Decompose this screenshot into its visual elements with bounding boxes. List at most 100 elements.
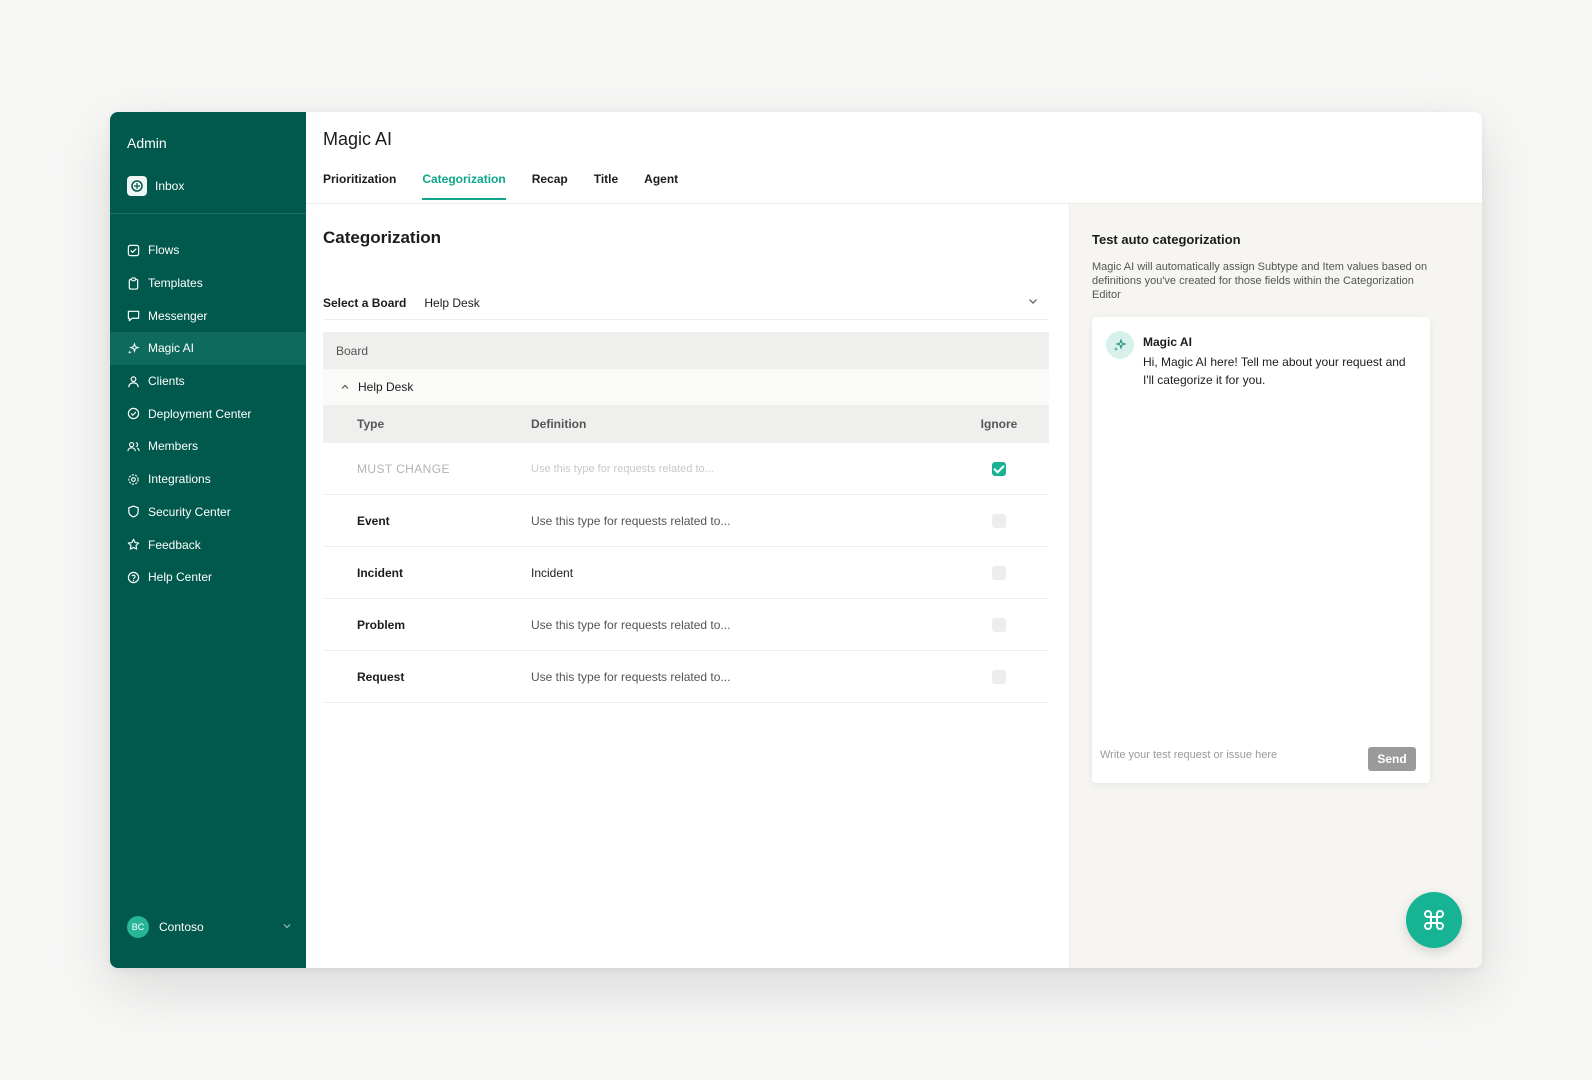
- command-icon: [1424, 910, 1444, 930]
- column-header-definition: Definition: [531, 417, 587, 431]
- board-select[interactable]: Select a Board Help Desk: [323, 286, 1049, 320]
- table-row: Request Use this type for requests relat…: [323, 651, 1049, 703]
- org-switcher[interactable]: BC Contoso: [127, 916, 292, 938]
- table-header: Type Definition Ignore: [323, 405, 1049, 443]
- send-button[interactable]: Send: [1368, 747, 1416, 771]
- tab-categorization[interactable]: Categorization: [422, 172, 506, 200]
- checklist-icon: [127, 244, 140, 257]
- test-panel-description: Magic AI will automatically assign Subty…: [1092, 261, 1428, 301]
- sidebar-item-label: Flows: [148, 243, 180, 258]
- page-header: Magic AI Prioritization Categorization R…: [306, 112, 1482, 204]
- ignore-checkbox[interactable]: [992, 461, 1006, 476]
- categorization-section: Categorization Select a Board Help Desk …: [306, 204, 1069, 968]
- chevron-down-icon: [1027, 295, 1039, 310]
- test-request-input[interactable]: [1100, 749, 1340, 761]
- sidebar-item-messenger[interactable]: Messenger: [110, 299, 306, 332]
- sidebar-item-magic-ai[interactable]: Magic AI: [110, 332, 306, 365]
- row-type: Event: [357, 513, 390, 528]
- org-avatar: BC: [127, 916, 149, 938]
- sparkles-icon: [1114, 338, 1127, 351]
- board-group-label: Help Desk: [358, 380, 414, 394]
- table-row: Incident Incident: [323, 547, 1049, 599]
- sidebar-item-label: Security Center: [148, 504, 231, 519]
- shield-icon: [128, 505, 139, 518]
- sidebar-title: Admin: [127, 135, 167, 151]
- tab-agent[interactable]: Agent: [644, 172, 678, 200]
- column-header-type: Type: [357, 417, 385, 431]
- board-header: Board: [323, 332, 1049, 369]
- sidebar-item-label: Templates: [148, 276, 203, 291]
- app-window: Admin Inbox Flows Templates Messenger Ma…: [110, 112, 1482, 968]
- magic-ai-avatar: [1106, 331, 1134, 359]
- sidebar-item-label: Members: [148, 439, 199, 454]
- sidebar-item-integrations[interactable]: Integrations: [110, 463, 306, 496]
- people-icon: [127, 442, 140, 452]
- table-row: Event Use this type for requests related…: [323, 495, 1049, 547]
- chevron-down-icon: [282, 920, 292, 934]
- chat-bubble-icon: [127, 310, 140, 322]
- chat-card: Magic AI Hi, Magic AI here! Tell me abou…: [1092, 317, 1430, 783]
- gear-icon: [128, 473, 139, 485]
- section-title: Categorization: [323, 228, 442, 247]
- inbox-logo-icon: [127, 176, 147, 196]
- test-panel-title: Test auto categorization: [1092, 232, 1241, 247]
- sidebar-item-feedback[interactable]: Feedback: [110, 528, 306, 561]
- categorization-table: Board Help Desk Type Definition Ignore M…: [323, 332, 1049, 703]
- sidebar-item-deployment-center[interactable]: Deployment Center: [110, 397, 306, 430]
- tab-title[interactable]: Title: [594, 172, 618, 200]
- board-select-label: Select a Board: [323, 295, 407, 310]
- question-circle-icon: [127, 571, 140, 583]
- row-definition-input[interactable]: Use this type for requests related to...: [531, 618, 949, 632]
- row-definition-input[interactable]: Use this type for requests related to...: [531, 514, 949, 528]
- sidebar-item-templates[interactable]: Templates: [110, 267, 306, 300]
- main-area: Magic AI Prioritization Categorization R…: [306, 112, 1482, 968]
- sidebar: Admin Inbox Flows Templates Messenger Ma…: [110, 112, 306, 968]
- sidebar-item-label: Clients: [148, 374, 185, 389]
- page-title: Magic AI: [323, 129, 393, 149]
- check-circle-icon: [127, 408, 140, 420]
- sidebar-item-label: Deployment Center: [148, 406, 252, 421]
- row-definition-input[interactable]: Incident: [531, 566, 949, 580]
- table-row: Problem Use this type for requests relat…: [323, 599, 1049, 651]
- sidebar-item-flows[interactable]: Flows: [110, 234, 306, 267]
- ignore-checkbox[interactable]: [992, 669, 1006, 684]
- ignore-checkbox[interactable]: [992, 617, 1006, 632]
- sparkles-icon: [127, 342, 140, 354]
- ignore-checkbox[interactable]: [992, 513, 1006, 528]
- bot-message: Hi, Magic AI here! Tell me about your re…: [1143, 355, 1406, 387]
- row-definition-input[interactable]: Use this type for requests related to...: [531, 670, 949, 684]
- star-icon: [127, 538, 140, 550]
- tab-prioritization[interactable]: Prioritization: [323, 172, 396, 200]
- ignore-checkbox[interactable]: [992, 565, 1006, 580]
- row-type: Problem: [357, 617, 406, 632]
- sidebar-divider: [110, 213, 306, 214]
- chevron-up-icon: [341, 384, 349, 389]
- sidebar-item-label: Magic AI: [148, 341, 195, 356]
- column-header-ignore: Ignore: [980, 417, 1018, 431]
- sidebar-item-label: Help Center: [148, 570, 213, 585]
- board-group-toggle[interactable]: Help Desk: [323, 369, 1049, 405]
- inbox-link[interactable]: Inbox: [127, 176, 184, 196]
- bot-name: Magic AI: [1143, 335, 1192, 349]
- board-select-value: Help Desk: [424, 295, 480, 310]
- sidebar-item-help-center[interactable]: Help Center: [110, 561, 306, 594]
- row-type: Request: [357, 669, 405, 684]
- row-type: MUST CHANGE: [357, 461, 450, 476]
- sidebar-item-security-center[interactable]: Security Center: [110, 496, 306, 529]
- inbox-label: Inbox: [155, 179, 185, 193]
- sidebar-item-label: Messenger: [148, 308, 208, 323]
- clipboard-icon: [128, 276, 139, 290]
- sidebar-item-clients[interactable]: Clients: [110, 365, 306, 398]
- test-panel: Test auto categorization Magic AI will a…: [1069, 204, 1482, 968]
- tab-recap[interactable]: Recap: [532, 172, 568, 200]
- assistant-fab-button[interactable]: [1406, 892, 1462, 948]
- sidebar-item-label: Feedback: [148, 537, 201, 552]
- row-definition-input[interactable]: Use this type for requests related to...: [531, 463, 949, 475]
- org-name: Contoso: [159, 920, 204, 934]
- tab-bar: Prioritization Categorization Recap Titl…: [323, 172, 678, 200]
- person-icon: [128, 375, 139, 387]
- sidebar-item-members[interactable]: Members: [110, 430, 306, 463]
- table-row: MUST CHANGE Use this type for requests r…: [323, 443, 1049, 495]
- sidebar-nav: Flows Templates Messenger Magic AI Clien…: [110, 234, 306, 594]
- row-type: Incident: [357, 565, 404, 580]
